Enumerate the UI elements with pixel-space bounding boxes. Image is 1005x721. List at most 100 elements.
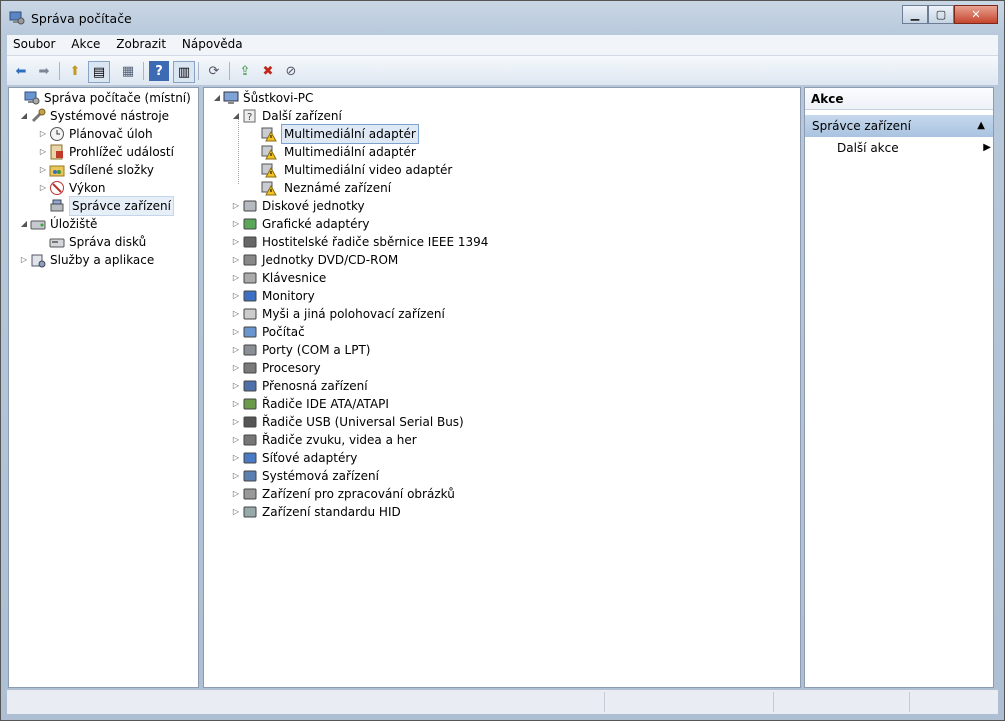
expanded-arrow-icon[interactable]: ◢ — [18, 215, 30, 233]
category-other-devices[interactable]: ◢ ? Další zařízení — [230, 107, 342, 125]
monitor-icon — [242, 288, 258, 304]
maximize-button[interactable]: ▢ — [928, 5, 954, 24]
collapsed-arrow-icon[interactable]: ▷ — [18, 251, 30, 269]
mouse-icon — [242, 306, 258, 322]
tree-item-device-manager[interactable]: Správce zařízení — [37, 196, 174, 216]
collapsed-arrow-icon[interactable]: ▷ — [230, 359, 242, 377]
help-icon[interactable]: ? — [149, 61, 169, 81]
show-hide-console-tree-icon[interactable]: ▤ — [88, 61, 110, 83]
device-multimedia-video-adapter[interactable]: Multimediální video adaptér — [261, 161, 455, 179]
collapsed-arrow-icon[interactable]: ▷ — [230, 449, 242, 467]
actions-section-device-manager[interactable]: Správce zařízení ▲ — [805, 115, 993, 137]
device-category-item[interactable]: ▷ Grafické adaptéry — [230, 215, 370, 233]
action-pane: Akce Správce zařízení ▲ Další akce ▶ — [804, 87, 994, 688]
task-scheduler-icon — [49, 126, 65, 142]
storage-icon — [30, 216, 46, 232]
collapsed-arrow-icon[interactable]: ▷ — [37, 161, 49, 179]
collapsed-arrow-icon[interactable]: ▷ — [230, 323, 242, 341]
device-category-item[interactable]: ▷ Zařízení pro zpracování obrázků — [230, 485, 455, 503]
tree-item-disk-management[interactable]: Správa disků — [37, 233, 146, 251]
network-adapter-icon — [242, 450, 258, 466]
device-tree-root[interactable]: ◢ Šůstkovi-PC — [211, 89, 314, 107]
imaging-device-icon — [242, 486, 258, 502]
device-category-item[interactable]: ▷ Diskové jednotky — [230, 197, 365, 215]
device-manager-icon — [49, 198, 65, 214]
back-icon[interactable]: ⬅ — [11, 61, 31, 81]
device-category-item[interactable]: ▷ Počítač — [230, 323, 305, 341]
tree-item-performance[interactable]: ▷ Výkon — [37, 179, 105, 197]
device-category-item[interactable]: ▷ Porty (COM a LPT) — [230, 341, 371, 359]
device-category-item[interactable]: ▷ Řadiče USB (Universal Serial Bus) — [230, 413, 464, 431]
device-category-label: Síťové adaptéry — [262, 451, 358, 465]
minimize-button[interactable]: ▁ — [902, 5, 928, 24]
close-button[interactable]: ✕ — [954, 5, 998, 24]
uninstall-device-icon[interactable]: ✖ — [258, 61, 278, 81]
disk-management-icon — [49, 234, 65, 250]
collapsed-arrow-icon[interactable]: ▷ — [230, 413, 242, 431]
update-driver-icon[interactable]: ⇪ — [235, 61, 255, 81]
device-category-item[interactable]: ▷ Přenosná zařízení — [230, 377, 368, 395]
collapsed-arrow-icon[interactable]: ▷ — [230, 233, 242, 251]
collapsed-arrow-icon[interactable]: ▷ — [230, 341, 242, 359]
collapsed-arrow-icon[interactable]: ▷ — [230, 503, 242, 521]
device-unknown-device[interactable]: Neznámé zařízení — [261, 179, 394, 197]
menu-view[interactable]: Zobrazit — [110, 35, 172, 51]
device-category-item[interactable]: ▷ Řadiče IDE ATA/ATAPI — [230, 395, 389, 413]
device-category-item[interactable]: ▷ Jednotky DVD/CD-ROM — [230, 251, 398, 269]
collapsed-arrow-icon[interactable]: ▷ — [230, 467, 242, 485]
tree-item-computer-management[interactable]: Správa počítače (místní) — [12, 89, 191, 107]
collapsed-arrow-icon[interactable]: ▷ — [230, 269, 242, 287]
tree-item-services-applications[interactable]: ▷ Služby a aplikace — [18, 251, 154, 269]
device-category-label: Řadiče IDE ATA/ATAPI — [262, 397, 389, 411]
collapsed-arrow-icon[interactable]: ▷ — [230, 287, 242, 305]
collapsed-arrow-icon[interactable]: ▷ — [37, 179, 49, 197]
device-category-item[interactable]: ▷ Myši a jiná polohovací zařízení — [230, 305, 445, 323]
collapsed-arrow-icon[interactable]: ▷ — [230, 431, 242, 449]
device-category-item[interactable]: ▷ Zařízení standardu HID — [230, 503, 401, 521]
tree-item-task-scheduler[interactable]: ▷ Plánovač úloh — [37, 125, 153, 143]
computer-icon — [223, 90, 239, 106]
svg-text:?: ? — [247, 112, 252, 123]
collapsed-arrow-icon[interactable]: ▷ — [230, 197, 242, 215]
tree-item-storage[interactable]: ◢ Úložiště — [18, 215, 98, 233]
device-category-item[interactable]: ▷ Síťové adaptéry — [230, 449, 357, 467]
collapsed-arrow-icon[interactable]: ▷ — [230, 485, 242, 503]
tree-item-system-tools[interactable]: ◢ Systémové nástroje — [18, 107, 169, 125]
collapsed-arrow-icon[interactable]: ▷ — [37, 143, 49, 161]
collapsed-arrow-icon[interactable]: ▷ — [230, 377, 242, 395]
device-category-item[interactable]: ▷ Procesory — [230, 359, 321, 377]
forward-icon[interactable]: ➡ — [34, 61, 54, 81]
device-category-item[interactable]: ▷ Klávesnice — [230, 269, 326, 287]
menu-action[interactable]: Akce — [65, 35, 106, 51]
collapsed-arrow-icon[interactable]: ▷ — [37, 125, 49, 143]
device-category-label: Zařízení pro zpracování obrázků — [262, 487, 455, 501]
collapse-up-arrow-icon[interactable]: ▲ — [977, 115, 985, 137]
collapsed-arrow-icon[interactable]: ▷ — [230, 215, 242, 233]
menu-file[interactable]: Soubor — [7, 35, 61, 51]
device-multimedia-adapter-1[interactable]: Multimediální adaptér — [261, 124, 419, 144]
window-title: Správa počítače — [31, 11, 132, 26]
expanded-arrow-icon[interactable]: ◢ — [211, 89, 223, 107]
device-category-item[interactable]: ▷ Řadiče zvuku, videa a her — [230, 431, 417, 449]
collapsed-arrow-icon[interactable]: ▷ — [230, 395, 242, 413]
expanded-arrow-icon[interactable]: ◢ — [18, 107, 30, 125]
device-multimedia-adapter-2[interactable]: Multimediální adaptér — [261, 143, 419, 161]
collapsed-arrow-icon[interactable]: ▷ — [230, 251, 242, 269]
device-category-item[interactable]: ▷ Hostitelské řadiče sběrnice IEEE 1394 — [230, 233, 489, 251]
expanded-arrow-icon[interactable]: ◢ — [230, 107, 242, 125]
collapsed-arrow-icon[interactable]: ▷ — [230, 305, 242, 323]
show-action-pane-icon[interactable]: ▥ — [173, 61, 195, 83]
device-category-item[interactable]: ▷ Monitory — [230, 287, 315, 305]
disable-device-icon[interactable]: ⊘ — [281, 61, 301, 81]
more-actions-item[interactable]: Další akce ▶ — [837, 138, 991, 158]
performance-icon — [49, 180, 65, 196]
properties-icon[interactable]: ▦ — [118, 61, 138, 81]
tree-item-event-viewer[interactable]: ▷ Prohlížeč událostí — [37, 143, 174, 161]
menu-help[interactable]: Nápověda — [176, 35, 249, 51]
device-category-item[interactable]: ▷ Systémová zařízení — [230, 467, 379, 485]
title-bar[interactable]: Správa počítače ▁ ▢ ✕ — [1, 1, 1004, 35]
up-folder-icon[interactable]: ⬆ — [65, 61, 85, 81]
shared-folders-icon — [49, 162, 65, 178]
tree-item-shared-folders[interactable]: ▷ Sdílené složky — [37, 161, 154, 179]
scan-hardware-icon[interactable]: ⟳ — [204, 61, 224, 81]
